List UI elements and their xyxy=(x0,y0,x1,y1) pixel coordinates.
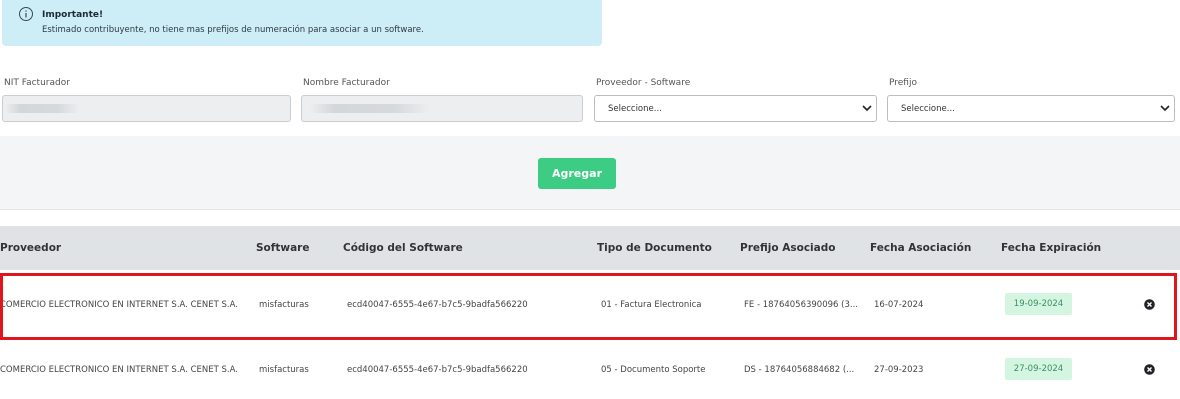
important-alert: Importante! Estimado contribuyente, no t… xyxy=(2,0,602,46)
cell-codigo: ecd40047-6555-4e67-b7c5-9badfa566220 xyxy=(347,300,528,310)
agregar-button[interactable]: Agregar xyxy=(538,158,616,189)
alert-title: Importante! xyxy=(42,10,104,20)
remove-icon[interactable] xyxy=(1144,299,1155,310)
cell-fecha-asociacion: 27-09-2023 xyxy=(874,365,924,375)
cell-prefijo: FE - 18764056390096 (3... xyxy=(744,300,858,310)
expiration-badge: 19-09-2024 xyxy=(1005,293,1072,315)
column-header-codigo[interactable]: Código del Software xyxy=(343,242,463,254)
prefijo-select-value: Seleccione... xyxy=(901,104,955,114)
chevron-down-icon xyxy=(862,105,872,112)
column-header-software[interactable]: Software xyxy=(256,242,309,254)
nombre-label: Nombre Facturador xyxy=(303,78,390,88)
table-row: COMERCIO ELECTRONICO EN INTERNET S.A. CE… xyxy=(0,273,1180,339)
cell-tipo: 01 - Factura Electronica xyxy=(601,300,702,310)
cell-proveedor: COMERCIO ELECTRONICO EN INTERNET S.A. CE… xyxy=(0,365,238,375)
cell-software: misfacturas xyxy=(259,365,309,375)
column-header-tipo[interactable]: Tipo de Documento xyxy=(597,242,712,254)
nombre-field xyxy=(301,95,583,122)
redacted-value xyxy=(310,104,430,113)
remove-icon[interactable] xyxy=(1144,364,1155,375)
cell-codigo: ecd40047-6555-4e67-b7c5-9badfa566220 xyxy=(347,365,528,375)
proveedor-select-value: Seleccione... xyxy=(608,104,662,114)
cell-proveedor: COMERCIO ELECTRONICO EN INTERNET S.A. CE… xyxy=(0,300,238,310)
prefijo-select[interactable]: Seleccione... xyxy=(887,95,1175,122)
column-header-fecha-asociacion[interactable]: Fecha Asociación xyxy=(870,242,971,254)
column-header-proveedor[interactable]: Proveedor xyxy=(0,242,61,254)
cell-fecha-asociacion: 16-07-2024 xyxy=(874,300,924,310)
proveedor-select[interactable]: Seleccione... xyxy=(594,95,877,122)
cell-tipo: 05 - Documento Soporte xyxy=(601,365,706,375)
proveedor-label: Proveedor - Software xyxy=(596,78,691,88)
chevron-down-icon xyxy=(1160,105,1170,112)
nit-field xyxy=(2,95,291,122)
cell-prefijo: DS - 18764056884682 (... xyxy=(744,365,855,375)
prefijo-label: Prefijo xyxy=(889,78,917,88)
column-header-fecha-expiracion[interactable]: Fecha Expiración xyxy=(1001,242,1101,254)
nit-label: NIT Facturador xyxy=(4,78,70,88)
alert-message: Estimado contribuyente, no tiene mas pre… xyxy=(42,25,424,35)
table-header: Proveedor Software Código del Software T… xyxy=(0,226,1180,270)
expiration-badge: 27-09-2024 xyxy=(1005,358,1072,380)
cell-software: misfacturas xyxy=(259,300,309,310)
redacted-value xyxy=(5,104,80,113)
table-row: COMERCIO ELECTRONICO EN INTERNET S.A. CE… xyxy=(0,339,1180,399)
info-circle-icon xyxy=(19,7,33,21)
column-header-prefijo[interactable]: Prefijo Asociado xyxy=(740,242,835,254)
